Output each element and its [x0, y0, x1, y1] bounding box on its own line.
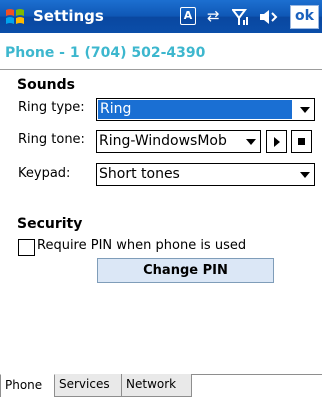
- stop-button[interactable]: [291, 130, 312, 153]
- ok-button[interactable]: ok: [290, 5, 319, 29]
- play-button[interactable]: [266, 130, 287, 153]
- input-method-icon[interactable]: A: [180, 7, 196, 25]
- start-menu-icon[interactable]: [4, 6, 26, 28]
- speaker-icon[interactable]: [258, 9, 280, 25]
- sounds-heading: Sounds: [17, 77, 75, 93]
- ring-type-value: Ring: [98, 100, 292, 119]
- tab-services[interactable]: Services: [55, 374, 122, 397]
- phone-line-header: Phone - 1 (704) 502-4390: [5, 45, 206, 61]
- connectivity-icon[interactable]: ⇄: [207, 7, 220, 25]
- require-pin-label[interactable]: Require PIN when phone is used: [37, 238, 246, 253]
- header-divider: [0, 69, 322, 70]
- ring-type-label: Ring type:: [18, 100, 85, 115]
- tab-network[interactable]: Network: [122, 374, 192, 397]
- security-heading: Security: [17, 216, 83, 232]
- require-pin-checkbox[interactable]: [18, 239, 35, 256]
- ring-type-dropdown[interactable]: Ring: [96, 98, 315, 121]
- window-title: Settings: [33, 7, 104, 25]
- chevron-down-icon: [246, 139, 256, 145]
- play-icon: [274, 137, 280, 147]
- keypad-label: Keypad:: [18, 166, 71, 181]
- ring-tone-label: Ring tone:: [18, 132, 85, 147]
- tab-phone[interactable]: Phone: [0, 374, 55, 397]
- ring-tone-dropdown[interactable]: Ring-WindowsMob: [96, 130, 261, 153]
- keypad-value: Short tones: [99, 166, 180, 182]
- change-pin-button[interactable]: Change PIN: [97, 258, 274, 283]
- chevron-down-icon: [300, 172, 310, 178]
- signal-icon[interactable]: [232, 8, 250, 26]
- stop-icon: [298, 138, 305, 145]
- ring-tone-value: Ring-WindowsMob: [99, 133, 227, 149]
- keypad-dropdown[interactable]: Short tones: [96, 163, 315, 186]
- title-bar: Settings A ⇄ ok: [0, 0, 322, 33]
- chevron-down-icon: [300, 107, 310, 113]
